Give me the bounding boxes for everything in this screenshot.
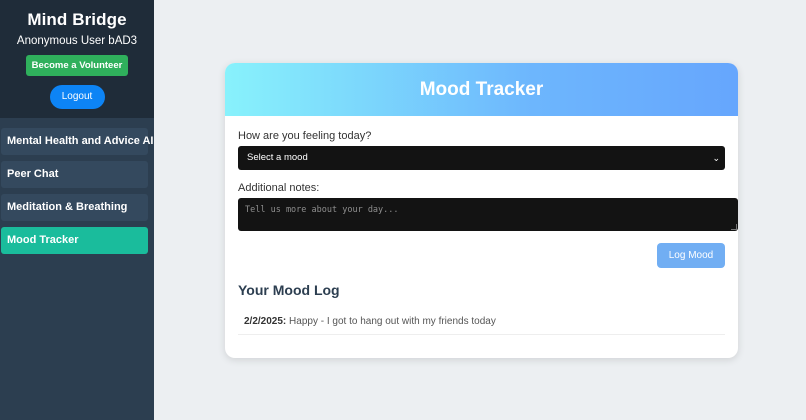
card-body: How are you feeling today? Select a mood… bbox=[225, 116, 738, 231]
sidebar-item-meditation[interactable]: Meditation & Breathing bbox=[1, 194, 148, 221]
sidebar: Mind Bridge Anonymous User bAD3 Become a… bbox=[0, 0, 154, 420]
mood-label: How are you feeling today? bbox=[238, 130, 372, 142]
sidebar-header: Mind Bridge Anonymous User bAD3 Become a… bbox=[0, 0, 154, 118]
list-item: 2/2/2025: Happy - I got to hang out with… bbox=[238, 312, 725, 335]
chevron-down-icon: ⌄ bbox=[712, 153, 720, 163]
user-name: Anonymous User bAD3 bbox=[16, 35, 138, 47]
mood-tracker-card: Mood Tracker How are you feeling today? … bbox=[225, 63, 738, 358]
notes-placeholder: Tell us more about your day... bbox=[245, 205, 399, 215]
logout-button[interactable]: Logout bbox=[49, 85, 105, 109]
resize-handle-icon[interactable] bbox=[731, 224, 737, 230]
notes-label: Additional notes: bbox=[238, 182, 320, 194]
sidebar-item-peer-chat[interactable]: Peer Chat bbox=[1, 161, 148, 188]
sidebar-item-mental-health-ai[interactable]: Mental Health and Advice AI bbox=[1, 128, 154, 155]
page-title: Mood Tracker bbox=[419, 79, 544, 100]
mood-select[interactable]: Select a mood ⌄ bbox=[238, 146, 725, 170]
mood-select-value: Select a mood bbox=[247, 152, 308, 163]
notes-textarea[interactable]: Tell us more about your day... bbox=[238, 198, 738, 231]
sidebar-item-mood-tracker[interactable]: Mood Tracker bbox=[1, 227, 148, 254]
log-entry-date: 2/2/2025: bbox=[244, 316, 287, 327]
mood-log-title: Your Mood Log bbox=[238, 282, 340, 298]
log-entry-text: Happy - I got to hang out with my friend… bbox=[286, 316, 496, 327]
app-title: Mind Bridge bbox=[27, 10, 127, 29]
become-volunteer-button[interactable]: Become a Volunteer bbox=[26, 55, 128, 76]
card-header: Mood Tracker bbox=[225, 63, 738, 116]
log-mood-button[interactable]: Log Mood bbox=[657, 243, 725, 268]
sidebar-nav: Mental Health and Advice AI Peer Chat Me… bbox=[0, 118, 154, 254]
